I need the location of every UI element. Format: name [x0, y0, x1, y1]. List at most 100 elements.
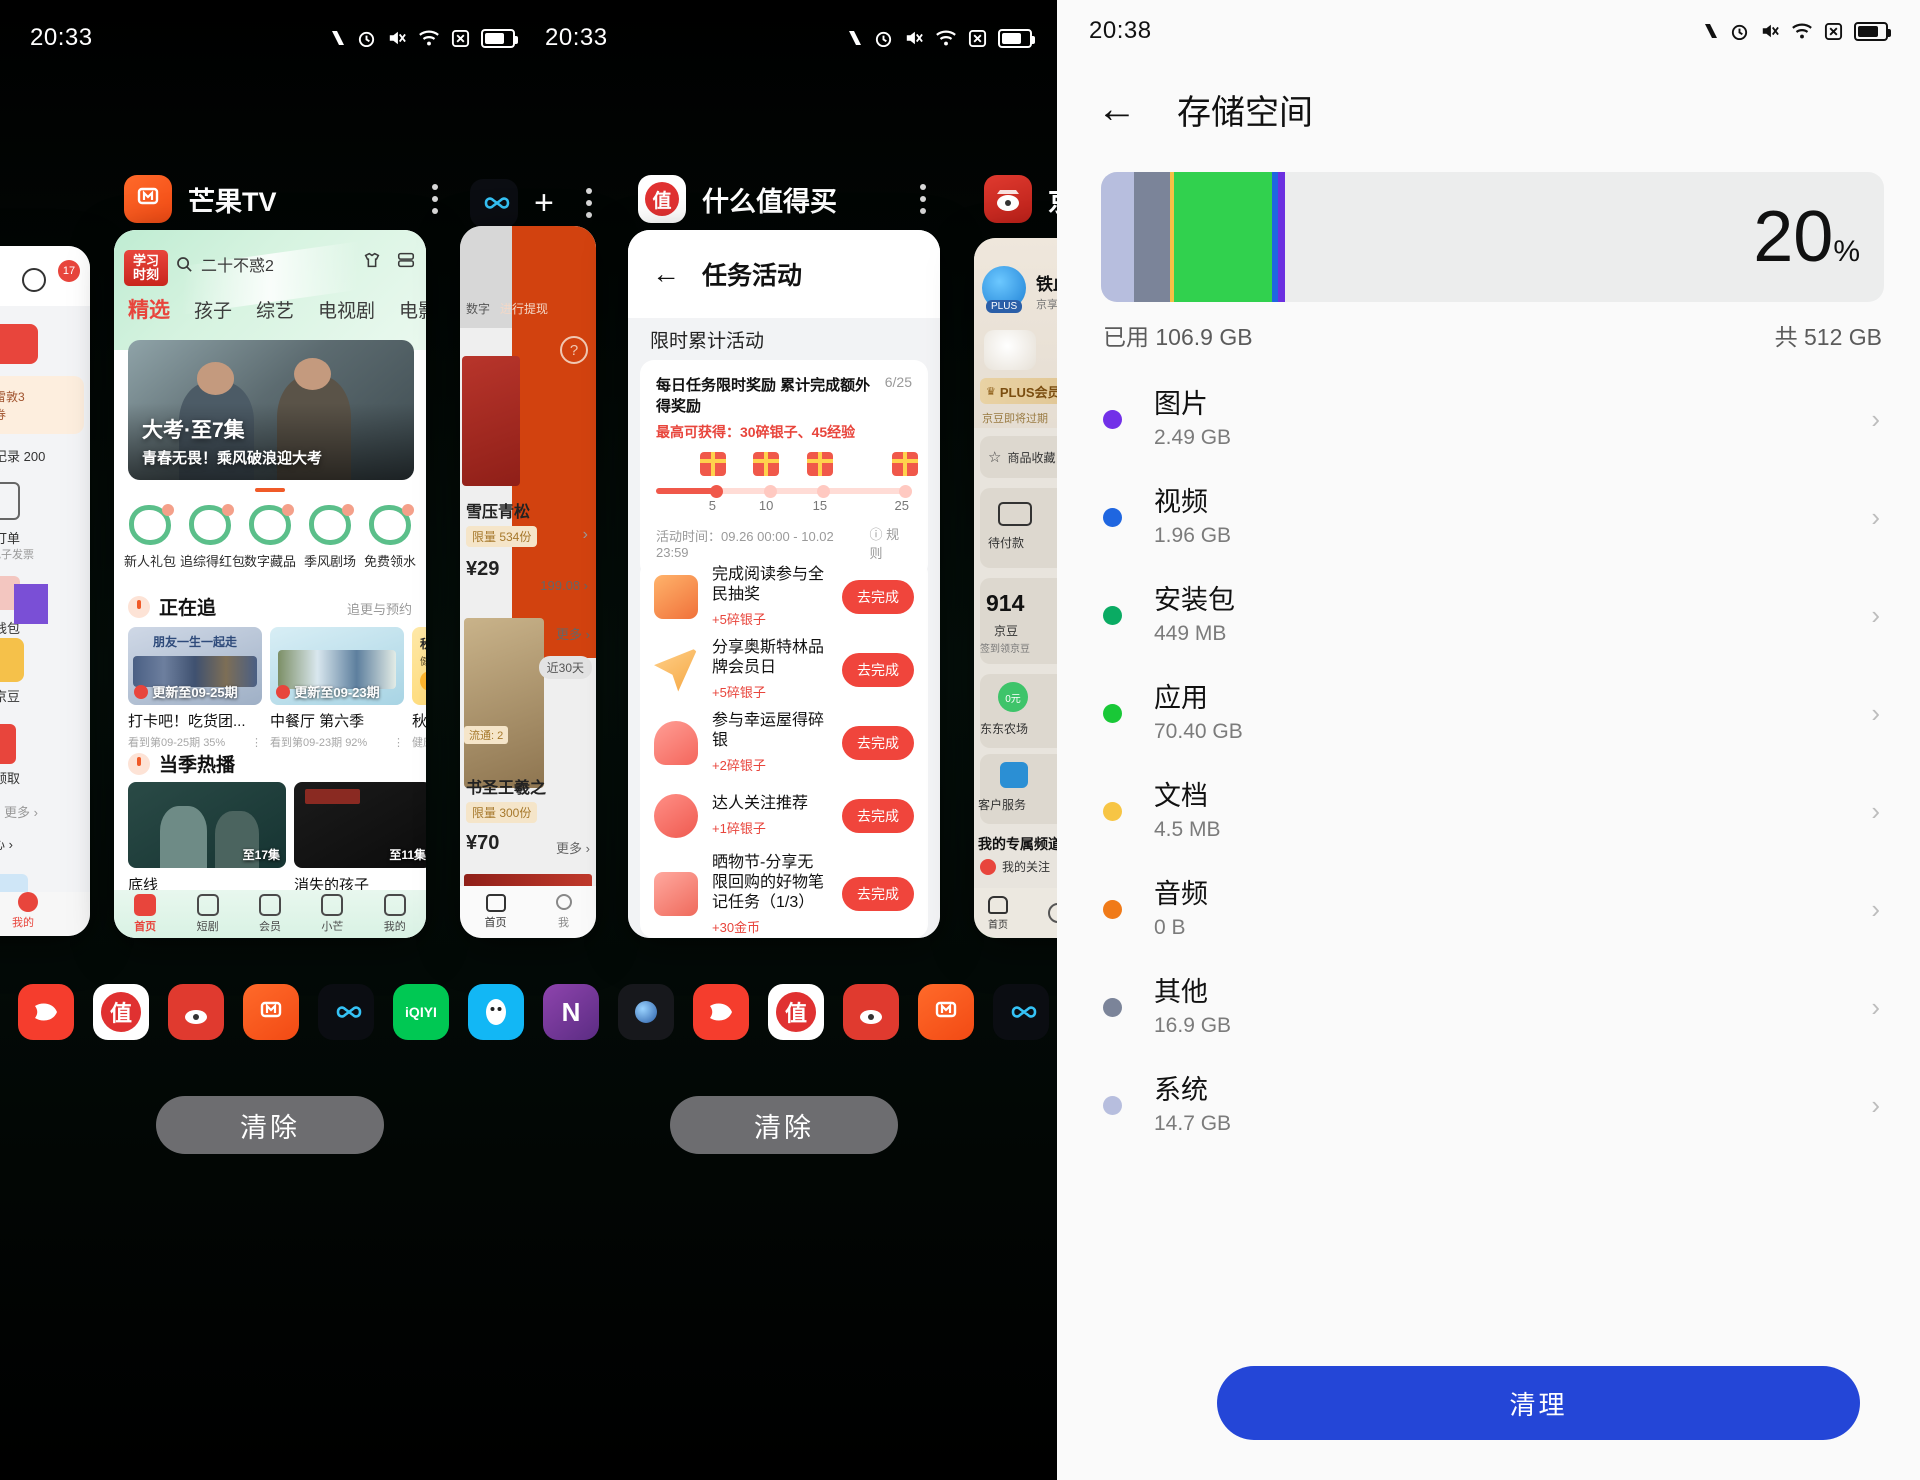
nongtechanjie-icon[interactable] — [168, 984, 224, 1040]
following-thumb-2[interactable]: 秋收福利 健康好礼送达 — [412, 627, 426, 705]
following-thumbs[interactable]: 朋友一生一起走 更新至09-25期 更新至09-23期 秋收福利 健康好礼送达 — [128, 627, 426, 705]
product-thumb-1[interactable] — [462, 356, 520, 486]
storage-row-other[interactable]: 其他 16.9 GB › — [1057, 958, 1920, 1056]
card-menu-button-mangotv[interactable] — [420, 184, 450, 214]
hot-thumb-0[interactable]: 至17集 — [128, 782, 286, 868]
add-card-button[interactable]: + — [534, 184, 554, 223]
clear-button-mid[interactable]: 清除 — [670, 1096, 898, 1154]
quick-entry-3[interactable]: 季风剧场 — [300, 504, 360, 570]
tshirt-icon[interactable] — [362, 250, 382, 270]
app-card-jd[interactable]: PLUS 铁血 京享值 ♛ PLUS会员 京豆即将过期 ☆ 商品收藏 待付款 9… — [974, 238, 1057, 938]
quick-entries[interactable]: 新人礼包 追综得红包 数字藏品 季风剧场 免费领水 — [120, 504, 420, 570]
storage-category-list[interactable]: 图片 2.49 GB › 视频 1.96 GB › 安装包 449 MB › 应… — [1057, 370, 1920, 1480]
task-row[interactable]: 参与幸运屋得碎银 +2碎银子 去完成 — [640, 706, 928, 779]
quick-entry-0[interactable]: 新人礼包 — [120, 504, 180, 570]
task-row[interactable]: 晒物节-分享护肤配饰好物笔记任务（0/3） 去完成 — [640, 936, 928, 938]
card-menu-button-wuji[interactable] — [585, 188, 592, 218]
mangotv-bottom-nav[interactable]: 首页 短剧 会员 小芒 我的 — [114, 890, 426, 938]
task-row[interactable]: 分享奥斯特林品牌会员日 +5碎银子 去完成 — [640, 633, 928, 706]
mangotv-header-tools[interactable] — [362, 250, 416, 270]
task-list[interactable]: 完成阅读参与全民抽奖 +5碎银子 去完成 分享奥斯特林品牌会员日 +5碎银子 去完成… — [640, 560, 928, 938]
task-action-button[interactable]: 去完成 — [842, 877, 914, 911]
app-card-mangotv[interactable]: 学习 时刻 二十不惑2 精选 孩子 综艺 电视剧 电影 — [114, 230, 426, 938]
storage-row-images[interactable]: 图片 2.49 GB › — [1057, 370, 1920, 468]
profile-icon[interactable] — [555, 894, 572, 910]
following-more-link[interactable]: 追更与预约 — [347, 599, 412, 618]
nav-mine[interactable]: 我的 — [383, 894, 406, 934]
task-action-button[interactable]: 去完成 — [842, 798, 914, 833]
nav-vip[interactable]: 会员 — [258, 894, 281, 934]
tab-dianshiju[interactable]: 电视剧 — [318, 296, 375, 323]
smzdm-icon[interactable]: 值 — [768, 984, 824, 1040]
product-thumb-2[interactable] — [464, 618, 544, 788]
storage-row-videos[interactable]: 视频 1.96 GB › — [1057, 468, 1920, 566]
task-action-button[interactable]: 去完成 — [842, 725, 914, 760]
following-thumb-1[interactable]: 更新至09-23期 — [270, 627, 404, 705]
tab-zongyi[interactable]: 综艺 — [256, 296, 294, 323]
study-moment-badge[interactable]: 学习 时刻 — [124, 250, 168, 286]
clean-button[interactable]: 清理 — [1217, 1366, 1860, 1440]
task-row[interactable]: 达人关注推荐 +1碎银子 去完成 — [640, 779, 928, 852]
notion-icon[interactable]: N — [543, 984, 599, 1040]
following-title-1[interactable]: 中餐厅 第六季 看到第09-23期 92% ⋮ — [270, 710, 404, 750]
dock[interactable]: 值 iQIYI N 值 — [18, 984, 1057, 1040]
quick-entry-4[interactable]: 免费领水 — [360, 504, 420, 570]
wuji-icon[interactable] — [993, 984, 1049, 1040]
nav-xiaomang[interactable]: 小芒 — [321, 894, 344, 934]
app-header-wuji[interactable]: + — [470, 176, 592, 230]
arrow-left-icon[interactable]: ← — [1097, 89, 1137, 129]
task-action-button[interactable]: 去完成 — [842, 579, 914, 614]
wuji-icon[interactable] — [318, 984, 374, 1040]
nav-shortdrama[interactable]: 短剧 — [196, 894, 219, 934]
xianyu-icon[interactable] — [693, 984, 749, 1040]
app-card-partial-left[interactable]: 17 曼秀雷敦3 抢神券 浏览记录 200 我的订单 查看电子发票 我的钱包 瓜… — [0, 246, 90, 936]
scan-icon[interactable] — [396, 250, 416, 270]
kebab-icon[interactable]: ⋮ — [393, 736, 404, 749]
hero-banner[interactable]: 大考·至7集 青春无畏！乘风破浪迎大考 — [128, 340, 414, 480]
hot-thumbs[interactable]: 至17集 至11集 — [128, 782, 426, 868]
app-header-smzdm[interactable]: 值 什么值得买 — [638, 172, 938, 226]
app-card-smzdm[interactable]: ← 任务活动 限时累计活动 每日任务限时奖励 累计完成额外得奖励 6/25 最高… — [628, 230, 940, 938]
camera-icon[interactable] — [618, 984, 674, 1040]
tab-dianying[interactable]: 电影 — [399, 296, 426, 323]
search-input[interactable]: 二十不惑2 — [176, 252, 274, 276]
rules-link[interactable]: ⓘ 规则 — [869, 524, 912, 562]
mangotv-tabs[interactable]: 精选 孩子 综艺 电视剧 电影 — [128, 294, 426, 324]
nongtechanjie-icon[interactable] — [843, 984, 899, 1040]
xianyu-icon[interactable] — [18, 984, 74, 1040]
mangotv-icon[interactable] — [918, 984, 974, 1040]
storage-row-system[interactable]: 系统 14.7 GB › — [1057, 1056, 1920, 1154]
storage-row-apps[interactable]: 应用 70.40 GB › — [1057, 664, 1920, 762]
quick-entry-1[interactable]: 追综得红包 — [180, 504, 245, 570]
storage-row-packages[interactable]: 安装包 449 MB › — [1057, 566, 1920, 664]
category-icon[interactable] — [1048, 903, 1057, 923]
app-header-mangotv[interactable]: 芒果TV — [124, 172, 450, 226]
recents-overview[interactable]: 20:33 20:33 17 曼秀雷敦3 — [0, 0, 1057, 1480]
qq-icon[interactable] — [468, 984, 524, 1040]
home-icon[interactable] — [485, 894, 506, 912]
hot-thumb-1[interactable]: 至11集 — [294, 782, 426, 868]
mangotv-icon[interactable] — [243, 984, 299, 1040]
storage-row-audio[interactable]: 音频 0 B › — [1057, 860, 1920, 958]
arrow-left-icon[interactable]: ← — [652, 258, 680, 290]
card-menu-button-smzdm[interactable] — [908, 184, 938, 214]
smzdm-icon[interactable]: 值 — [93, 984, 149, 1040]
task-row[interactable]: 完成阅读参与全民抽奖 +5碎银子 去完成 — [640, 560, 928, 633]
clear-button-left[interactable]: 清除 — [156, 1096, 384, 1154]
nav-home[interactable]: 首页 — [134, 894, 157, 934]
kebab-icon[interactable]: ⋮ — [251, 736, 262, 749]
task-row[interactable]: 晒物节-分享无限回购的好物笔记任务（1/3） +30金币 去完成 — [640, 852, 928, 936]
following-title-0[interactable]: 打卡吧！吃货团... 看到第09-25期 35% ⋮ — [128, 710, 262, 750]
storage-panel[interactable]: 20:38 ← 存储空间 20% 已用 106.9 GB 共 512 GB 图片… — [1057, 0, 1920, 1480]
storage-row-documents[interactable]: 文档 4.5 MB › — [1057, 762, 1920, 860]
app-card-wuji[interactable]: 数字 进行提现 ? 雪压青松 限量 534份 › ¥29 199.08 › 更多… — [460, 226, 596, 938]
task-action-button[interactable]: 去完成 — [842, 652, 914, 687]
tab-jingxuan[interactable]: 精选 — [128, 294, 170, 324]
app-header-jd[interactable]: 京 — [984, 172, 1057, 226]
tab-haizi[interactable]: 孩子 — [194, 296, 232, 323]
following-thumb-0[interactable]: 朋友一生一起走 更新至09-25期 — [128, 627, 262, 705]
quick-entry-2[interactable]: 数字藏品 — [240, 504, 300, 570]
home-icon[interactable] — [988, 895, 1008, 914]
help-icon[interactable]: ? — [560, 336, 588, 364]
iqiyi-icon[interactable]: iQIYI — [393, 984, 449, 1040]
